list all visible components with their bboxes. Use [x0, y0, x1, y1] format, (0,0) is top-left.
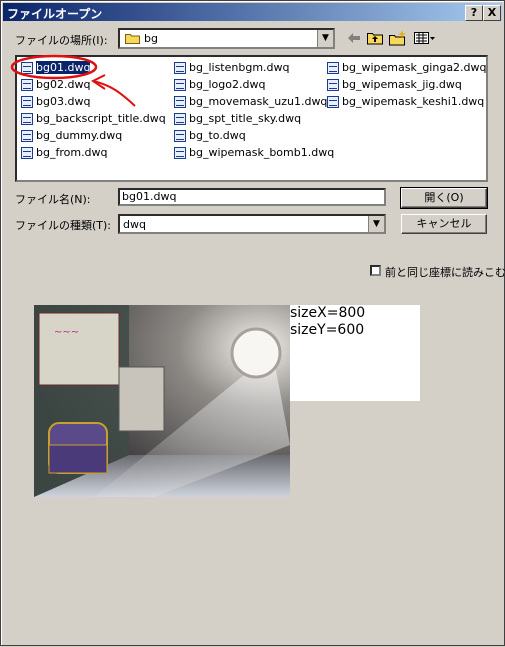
view-menu-icon[interactable]: [413, 29, 437, 47]
file-icon: [174, 78, 186, 91]
file-icon: [21, 146, 33, 159]
preview-image: ~~~: [34, 305, 290, 497]
folder-icon: [125, 32, 140, 44]
preview-info: sizeX=800 sizeY=600: [290, 305, 420, 401]
file-icon: [327, 78, 339, 91]
window-title: ファイルオープン: [7, 7, 103, 21]
list-item[interactable]: bg03.dwq: [21, 93, 166, 110]
open-button[interactable]: 開く(O): [400, 187, 488, 209]
location-value: bg: [144, 32, 158, 45]
help-button[interactable]: ?: [465, 5, 483, 21]
chevron-down-icon[interactable]: ▼: [368, 216, 384, 232]
back-arrow-icon[interactable]: [345, 29, 363, 47]
filename-field[interactable]: bg01.dwq: [118, 188, 386, 206]
list-item[interactable]: bg_wipemask_keshi1.dwq: [327, 93, 487, 110]
list-item[interactable]: bg_wipemask_bomb1.dwq: [174, 144, 334, 161]
size-x-text: sizeX=800: [290, 305, 366, 321]
list-item[interactable]: bg_to.dwq: [174, 127, 334, 144]
new-folder-icon[interactable]: [389, 29, 407, 47]
filename-label: ファイル名(N):: [15, 193, 91, 206]
list-item[interactable]: bg_dummy.dwq: [21, 127, 166, 144]
svg-text:~~~: ~~~: [54, 327, 79, 338]
location-combo[interactable]: bg ▼: [118, 28, 335, 49]
file-icon: [21, 129, 33, 142]
file-icon: [174, 95, 186, 108]
cancel-button[interactable]: キャンセル: [401, 214, 487, 234]
close-button[interactable]: X: [483, 5, 501, 21]
file-list[interactable]: bg01.dwq bg02.dwq bg03.dwq bg_backscript…: [15, 55, 488, 182]
list-item[interactable]: bg_listenbgm.dwq: [174, 59, 334, 76]
file-icon: [21, 61, 33, 74]
file-icon: [21, 78, 33, 91]
list-item[interactable]: bg_from.dwq: [21, 144, 166, 161]
file-icon: [174, 61, 186, 74]
list-item[interactable]: bg01.dwq: [21, 59, 166, 76]
up-folder-icon[interactable]: [366, 29, 384, 47]
file-icon: [174, 112, 186, 125]
title-bar: ファイルオープン ? X: [3, 3, 502, 21]
file-column-1: bg01.dwq bg02.dwq bg03.dwq bg_backscript…: [21, 59, 166, 161]
list-item[interactable]: bg_wipemask_jig.dwq: [327, 76, 487, 93]
list-item[interactable]: bg_movemask_uzu1.dwq: [174, 93, 334, 110]
list-item[interactable]: bg_logo2.dwq: [174, 76, 334, 93]
file-icon: [327, 95, 339, 108]
list-item[interactable]: bg_wipemask_ginga2.dwq: [327, 59, 487, 76]
location-label: ファイルの場所(I):: [15, 34, 108, 47]
size-y-text: sizeY=600: [290, 322, 365, 338]
same-coords-checkbox[interactable]: [370, 265, 381, 276]
list-item[interactable]: bg02.dwq: [21, 76, 166, 93]
file-column-3: bg_wipemask_ginga2.dwq bg_wipemask_jig.d…: [327, 59, 487, 110]
file-icon: [21, 112, 33, 125]
file-open-dialog: ファイルオープン ? X ファイルの場所(I): bg ▼ bg01.dwq b…: [0, 0, 505, 646]
file-icon: [174, 129, 186, 142]
filetype-label: ファイルの種類(T):: [15, 219, 112, 232]
file-icon: [174, 146, 186, 159]
file-icon: [327, 61, 339, 74]
file-icon: [21, 95, 33, 108]
checkbox-label: 前と同じ座標に読みこむ: [385, 266, 505, 279]
filetype-value: dwq: [123, 218, 146, 231]
file-column-2: bg_listenbgm.dwq bg_logo2.dwq bg_movemas…: [174, 59, 334, 161]
list-item[interactable]: bg_backscript_title.dwq: [21, 110, 166, 127]
filetype-select[interactable]: dwq ▼: [118, 214, 386, 234]
chevron-down-icon[interactable]: ▼: [317, 30, 333, 47]
list-item[interactable]: bg_spt_title_sky.dwq: [174, 110, 334, 127]
